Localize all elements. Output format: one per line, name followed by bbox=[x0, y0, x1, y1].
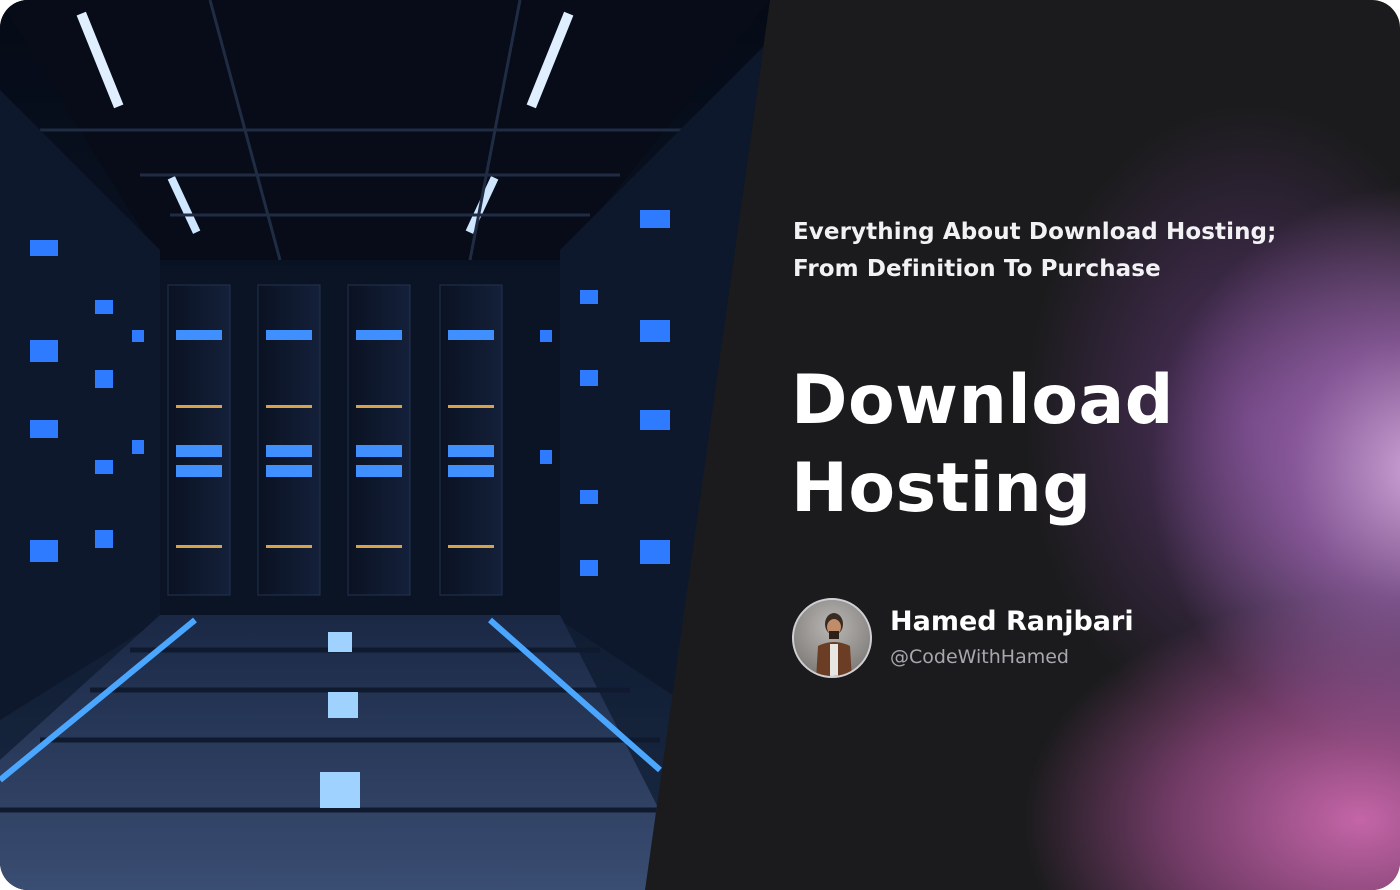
article-title: Download Hosting bbox=[791, 357, 1351, 533]
subtitle-line-1: Everything About Download Hosting; bbox=[793, 219, 1277, 245]
person-icon bbox=[816, 613, 852, 676]
server-room-illustration bbox=[0, 0, 770, 890]
author-name: Hamed Ranjbari bbox=[890, 606, 1134, 637]
author-handle: @CodeWithHamed bbox=[890, 646, 1069, 668]
title-line-1: Download bbox=[791, 361, 1174, 440]
title-line-2: Hosting bbox=[791, 449, 1092, 528]
server-room-image bbox=[0, 0, 770, 890]
article-subtitle: Everything About Download Hosting; From … bbox=[793, 214, 1353, 288]
cover-card: Everything About Download Hosting; From … bbox=[0, 0, 1400, 890]
avatar bbox=[792, 598, 872, 678]
author-info: Hamed Ranjbari @CodeWithHamed bbox=[890, 604, 1134, 672]
subtitle-line-2: From Definition To Purchase bbox=[793, 256, 1161, 282]
author-block: Hamed Ranjbari @CodeWithHamed bbox=[792, 598, 1134, 678]
